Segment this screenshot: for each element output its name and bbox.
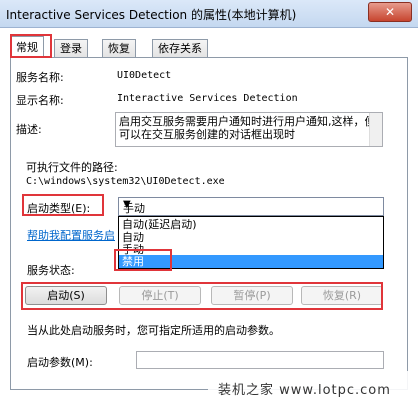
watermark: 装机之家 www.lotpc.com: [208, 371, 418, 404]
description-scrollbar[interactable]: [369, 113, 382, 146]
watermark-text: 装机之家 www.lotpc.com: [218, 383, 391, 398]
startup-label-highlight-box: [22, 194, 104, 216]
description-box[interactable]: 启用交互服务需要用户通知时进行用户通知,这样，便可以在交互服务创建的对话框出现时: [115, 112, 383, 147]
tab-logon[interactable]: 登录: [54, 39, 88, 57]
service-status-label: 服务状态:: [27, 264, 75, 277]
start-params-label: 启动参数(M):: [27, 356, 93, 369]
service-name-value: UI0Detect: [117, 70, 172, 81]
description-label: 描述:: [16, 123, 42, 136]
title-bar: Interactive Services Detection 的属性(本地计算机…: [0, 0, 418, 28]
exe-path-value: C:\windows\system32\UI0Detect.exe: [26, 176, 225, 187]
service-name-label: 服务名称:: [16, 71, 64, 84]
display-name-label: 显示名称:: [16, 94, 64, 107]
help-configure-link[interactable]: 帮助我配置服务启: [27, 227, 115, 243]
option-auto-delayed[interactable]: 自动(延迟启动): [119, 218, 383, 231]
startup-type-select[interactable]: 手动 ▼: [118, 197, 384, 216]
close-button[interactable]: ✕: [368, 2, 412, 22]
display-name-value: Interactive Services Detection: [117, 93, 298, 104]
window-title: Interactive Services Detection 的属性(本地计算机…: [6, 8, 297, 22]
description-text: 启用交互服务需要用户通知时进行用户通知,这样，便可以在交互服务创建的对话框出现时: [119, 115, 376, 141]
dropdown-arrow-icon[interactable]: ▼: [123, 199, 380, 210]
disabled-option-highlight-box: [114, 249, 172, 271]
exe-path-label: 可执行文件的路径:: [26, 161, 118, 174]
tab-dependencies[interactable]: 依存关系: [152, 39, 208, 57]
tab-highlight-box: [10, 34, 52, 58]
buttons-highlight-box: [21, 282, 383, 310]
start-params-note: 当从此处启动服务时，您可指定所适用的启动参数。: [27, 324, 280, 337]
tab-recovery[interactable]: 恢复: [102, 39, 136, 57]
start-params-input[interactable]: [136, 351, 384, 369]
